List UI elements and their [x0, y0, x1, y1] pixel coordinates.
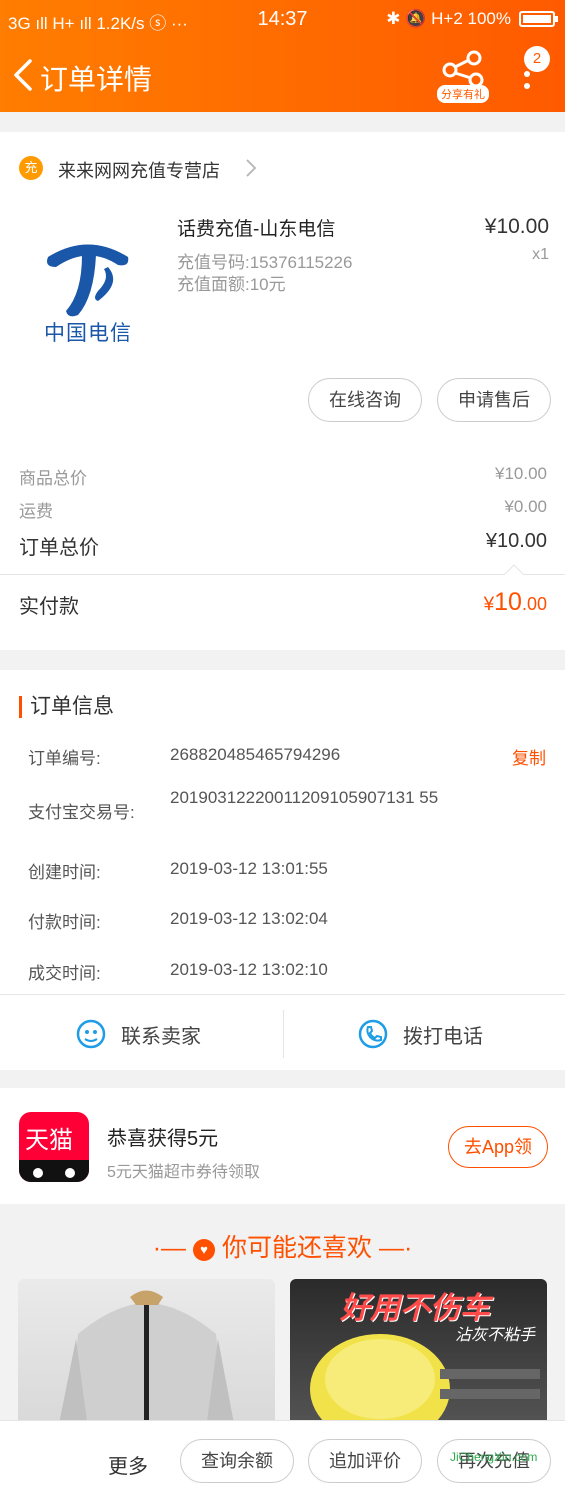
paid-time-label: 付款时间:: [28, 913, 101, 932]
get-in-app-button[interactable]: 去App领: [448, 1126, 548, 1168]
created-time-value: 2019-03-12 13:01:55: [170, 859, 328, 878]
paid-amount-value: ¥10.00: [484, 588, 547, 617]
add-review-button[interactable]: 追加评价: [308, 1439, 422, 1483]
product-price: ¥10.00: [484, 215, 549, 238]
tmall-logo-text: 天猫: [25, 1126, 73, 1154]
call-phone-label: 拨打电话: [403, 1025, 483, 1048]
store-name: 来来网网充值专营店: [58, 161, 220, 181]
chat-face-icon: [76, 1019, 106, 1049]
battery-icon: [519, 11, 558, 27]
goods-total-label: 商品总价: [19, 469, 87, 488]
app-header: 3G ıll H+ ıll 1.2K/s ⓢ ··· 14:37 ✱ 🔕 H+2…: [0, 0, 565, 112]
site-watermark: JiChengXin.com: [450, 1450, 538, 1464]
order-info-card: 订单信息 复制 订单编号: 268820485465794296 支付宝交易号:…: [0, 670, 565, 1070]
share-reward-label[interactable]: 分享有礼: [437, 85, 489, 103]
created-time-label: 创建时间:: [28, 863, 101, 882]
phone-icon: [358, 1019, 388, 1049]
heart-icon: ♥: [193, 1239, 216, 1261]
paid-time-value: 2019-03-12 13:02:04: [170, 909, 328, 928]
deal-time-value: 2019-03-12 13:02:10: [170, 960, 328, 979]
chevron-right-icon: [246, 159, 257, 177]
pointer-triangle: [504, 564, 524, 575]
order-info-title: 订单信息: [19, 696, 114, 718]
contact-seller-label: 联系卖家: [121, 1025, 201, 1048]
recommended-item-jacket[interactable]: [18, 1279, 275, 1429]
coupon-title: 恭喜获得5元: [107, 1128, 219, 1150]
online-consult-button[interactable]: 在线咨询: [308, 378, 422, 422]
contact-seller-button[interactable]: 联系卖家: [75, 996, 201, 1072]
order-total-value: ¥10.00: [485, 530, 547, 552]
after-sale-button[interactable]: 申请售后: [437, 378, 551, 422]
status-right-text: ✱ 🔕 H+2 100%: [386, 9, 511, 28]
paid-decimal: .00: [521, 594, 547, 614]
more-actions-link[interactable]: 更多: [108, 1450, 148, 1479]
order-total-label: 订单总价: [19, 537, 99, 559]
contact-divider: [0, 994, 565, 995]
coupon-subtitle: 5元天猫超市券待领取: [107, 1164, 260, 1181]
status-bar: 3G ıll H+ ıll 1.2K/s ⓢ ··· 14:37 ✱ 🔕 H+2…: [0, 0, 565, 38]
goods-total-value: ¥10.00: [495, 464, 547, 483]
china-telecom-logo-text: 中国电信: [44, 322, 132, 345]
shipping-value: ¥0.00: [504, 497, 547, 516]
cleaning-gel-subcaption: 沾灰不粘手: [455, 1327, 536, 1344]
alipay-trade-no-label: 支付宝交易号:: [28, 803, 135, 822]
alipay-trade-no-value: 20190312220011209105907131 55: [170, 788, 439, 807]
recommended-item-cleaning-gel[interactable]: 好用不伤车 沾灰不粘手: [290, 1279, 547, 1429]
call-phone-button[interactable]: 拨打电话: [357, 996, 483, 1072]
product-quantity: x1: [532, 246, 549, 263]
shipping-label: 运费: [19, 502, 53, 521]
message-count-badge: 2: [524, 46, 550, 72]
paid-amount-label: 实付款: [19, 596, 79, 618]
page-title: 订单详情: [40, 64, 153, 95]
store-icon: 充: [19, 156, 43, 180]
order-number-label: 订单编号:: [28, 749, 101, 768]
recharge-amount: 充值面额:10元: [177, 275, 286, 294]
jacket-image: [58, 1290, 235, 1429]
recommendations-title: ·— ♥ 你可能还喜欢 —·: [152, 1234, 413, 1262]
summary-divider: [0, 574, 565, 575]
paid-integer: 10: [494, 588, 522, 616]
back-arrow-icon[interactable]: [10, 55, 40, 95]
order-number-value: 268820485465794296: [170, 745, 341, 764]
recommendations-title-text: 你可能还喜欢: [221, 1234, 372, 1262]
tmall-logo: 天猫: [19, 1112, 89, 1182]
query-balance-button[interactable]: 查询余额: [180, 1439, 294, 1483]
paid-currency: ¥: [483, 594, 495, 615]
deal-time-label: 成交时间:: [28, 964, 101, 983]
product-card: 充 来来网网充值专营店 中国电信 话费充值-山东电信 充值号码:15376115…: [0, 132, 565, 650]
copy-order-number-button[interactable]: 复制: [512, 744, 546, 769]
status-right: ✱ 🔕 H+2 100%: [386, 9, 558, 29]
contact-separator: [283, 1010, 284, 1058]
product-name[interactable]: 话费充值-山东电信: [177, 214, 335, 241]
store-row[interactable]: 充 来来网网充值专营店: [0, 132, 565, 202]
coupon-card: 天猫 恭喜获得5元 5元天猫超市券待领取 去App领: [0, 1088, 565, 1204]
